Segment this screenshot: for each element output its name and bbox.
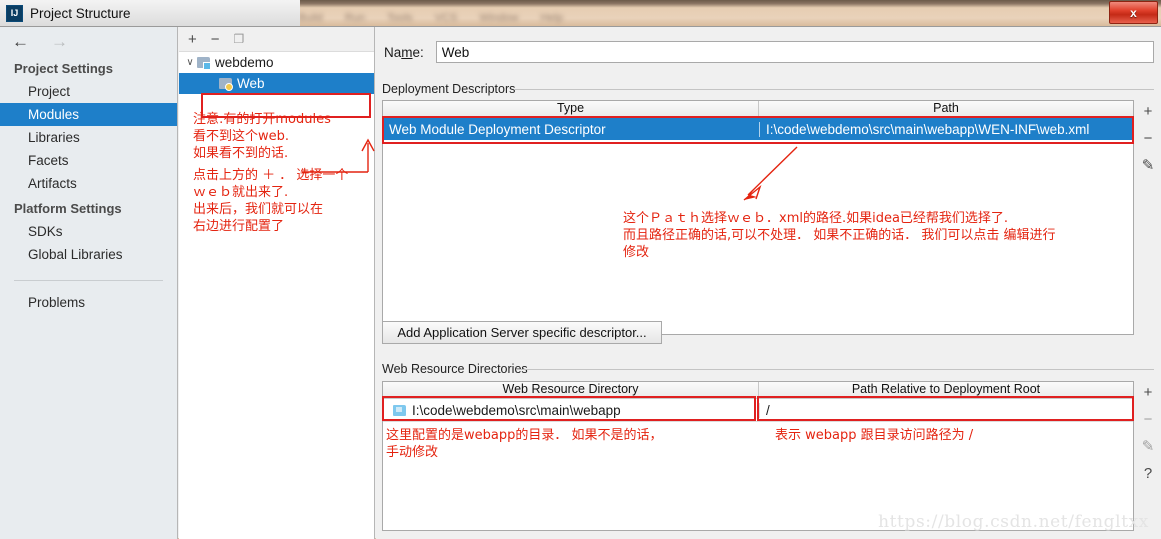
web-resource-directories-label: Web Resource Directories [382, 362, 534, 376]
watermark-text: https://blog.csdn.net/fengltxx [878, 512, 1149, 532]
back-icon[interactable]: ← [12, 33, 29, 50]
table-row[interactable]: I:\code\webdemo\src\main\webapp / [383, 399, 1133, 422]
sidebar-divider [14, 280, 163, 281]
table-row[interactable]: Web Module Deployment Descriptor I:\code… [383, 118, 1133, 140]
remove-descriptor-icon[interactable]: − [1144, 131, 1153, 146]
sidebar-item-modules[interactable]: Modules [0, 103, 177, 126]
column-header-web-resource-directory[interactable]: Web Resource Directory [383, 382, 759, 398]
edit-descriptor-icon[interactable]: ✎ [1142, 158, 1155, 173]
deployment-table-toolbar: + − ✎ [1136, 100, 1160, 214]
module-config-panel: Name: Deployment Descriptors Type Path W… [376, 27, 1161, 539]
forward-icon: → [51, 31, 68, 51]
annotation-tree-note-1: 注意:有的打开modules 看不到这个web. 如果看不到的话. [193, 112, 331, 161]
add-resource-dir-icon[interactable]: + [1144, 385, 1153, 400]
web-resource-group-rule [516, 369, 1154, 370]
sidebar-group-project-settings: Project Settings [14, 61, 113, 76]
column-header-path[interactable]: Path [759, 101, 1133, 117]
tree-node-web[interactable]: Web [179, 73, 374, 94]
cell-path: I:\code\webdemo\src\main\webapp\WEN-INF\… [759, 121, 1133, 137]
title-bar: IJ Project Structure x [0, 0, 1161, 26]
title-bar-left: IJ Project Structure [0, 0, 300, 26]
sidebar-nav-buttons: ← → [0, 27, 177, 55]
sidebar-item-artifacts[interactable]: Artifacts [0, 172, 177, 195]
sidebar-item-problems[interactable]: Problems [0, 291, 177, 314]
name-row: Name: [384, 41, 1154, 63]
name-input[interactable] [435, 41, 1154, 63]
dialog-body: ← → Project Settings Project Modules Lib… [0, 26, 1161, 539]
cell-type: Web Module Deployment Descriptor [389, 121, 606, 137]
directory-folder-icon [393, 404, 406, 416]
sidebar-item-project[interactable]: Project [0, 80, 177, 103]
annotation-webapp-note: 这里配置的是webapp的目录． 如果不是的话， 手动修改 [386, 428, 663, 460]
module-folder-icon [197, 57, 211, 70]
annotation-tree-note-2: 点击上方的 ＋ ． 选择一个 ｗｅｂ就出来了. 出来后，我们就可以在 右边进行配… [193, 168, 349, 234]
web-resource-table-header: Web Resource Directory Path Relative to … [383, 382, 1133, 399]
tree-node-webdemo[interactable]: ∨ webdemo [179, 52, 374, 73]
close-icon: x [1130, 5, 1137, 20]
settings-sidebar: ← → Project Settings Project Modules Lib… [0, 27, 178, 539]
help-icon[interactable]: ? [1144, 466, 1152, 481]
web-facet-icon [219, 78, 233, 91]
cell-path-relative: / [759, 402, 1133, 418]
app-logo-icon: IJ [6, 4, 23, 22]
project-structure-dialog: IJ Project Structure x ← → Project Setti… [0, 0, 1161, 539]
remove-module-icon[interactable]: − [211, 32, 220, 47]
name-label: Name: [384, 44, 424, 60]
sidebar-item-sdks[interactable]: SDKs [0, 220, 177, 243]
column-header-path-relative[interactable]: Path Relative to Deployment Root [759, 382, 1133, 398]
edit-resource-dir-icon[interactable]: ✎ [1142, 439, 1155, 454]
add-descriptor-icon[interactable]: + [1144, 104, 1153, 119]
copy-module-icon[interactable]: ❐ [234, 33, 245, 45]
deployment-table-header: Type Path [383, 101, 1133, 118]
cell-directory-text: I:\code\webdemo\src\main\webapp [412, 402, 621, 418]
tree-node-label: webdemo [215, 55, 274, 70]
tree-node-label: Web [237, 76, 265, 91]
sidebar-item-facets[interactable]: Facets [0, 149, 177, 172]
deployment-group-rule [514, 89, 1154, 90]
annotation-path-note: 这个Ｐａｔｈ选择ｗｅｂ．xml的路径.如果idea已经帮我们选择了. 而且路径正… [623, 211, 1056, 260]
window-title: Project Structure [30, 5, 131, 21]
add-app-server-descriptor-button[interactable]: Add Application Server specific descript… [382, 321, 662, 344]
annotation-relative-note: 表示 webapp 跟目录访问路径为 / [775, 428, 974, 443]
sidebar-item-libraries[interactable]: Libraries [0, 126, 177, 149]
module-tree-toolbar: + − ❐ [179, 27, 374, 52]
cell-web-resource-directory: I:\code\webdemo\src\main\webapp [383, 403, 759, 418]
add-module-icon[interactable]: + [188, 32, 197, 47]
module-tree-panel: + − ❐ ∨ webdemo Web [179, 27, 375, 539]
deployment-descriptors-label: Deployment Descriptors [382, 82, 522, 96]
sidebar-group-platform-settings: Platform Settings [14, 201, 122, 216]
column-header-type[interactable]: Type [383, 101, 759, 117]
chevron-down-icon[interactable]: ∨ [183, 57, 197, 68]
close-button[interactable]: x [1109, 1, 1158, 24]
remove-resource-dir-icon[interactable]: − [1144, 412, 1153, 427]
sidebar-item-global-libraries[interactable]: Global Libraries [0, 243, 177, 266]
